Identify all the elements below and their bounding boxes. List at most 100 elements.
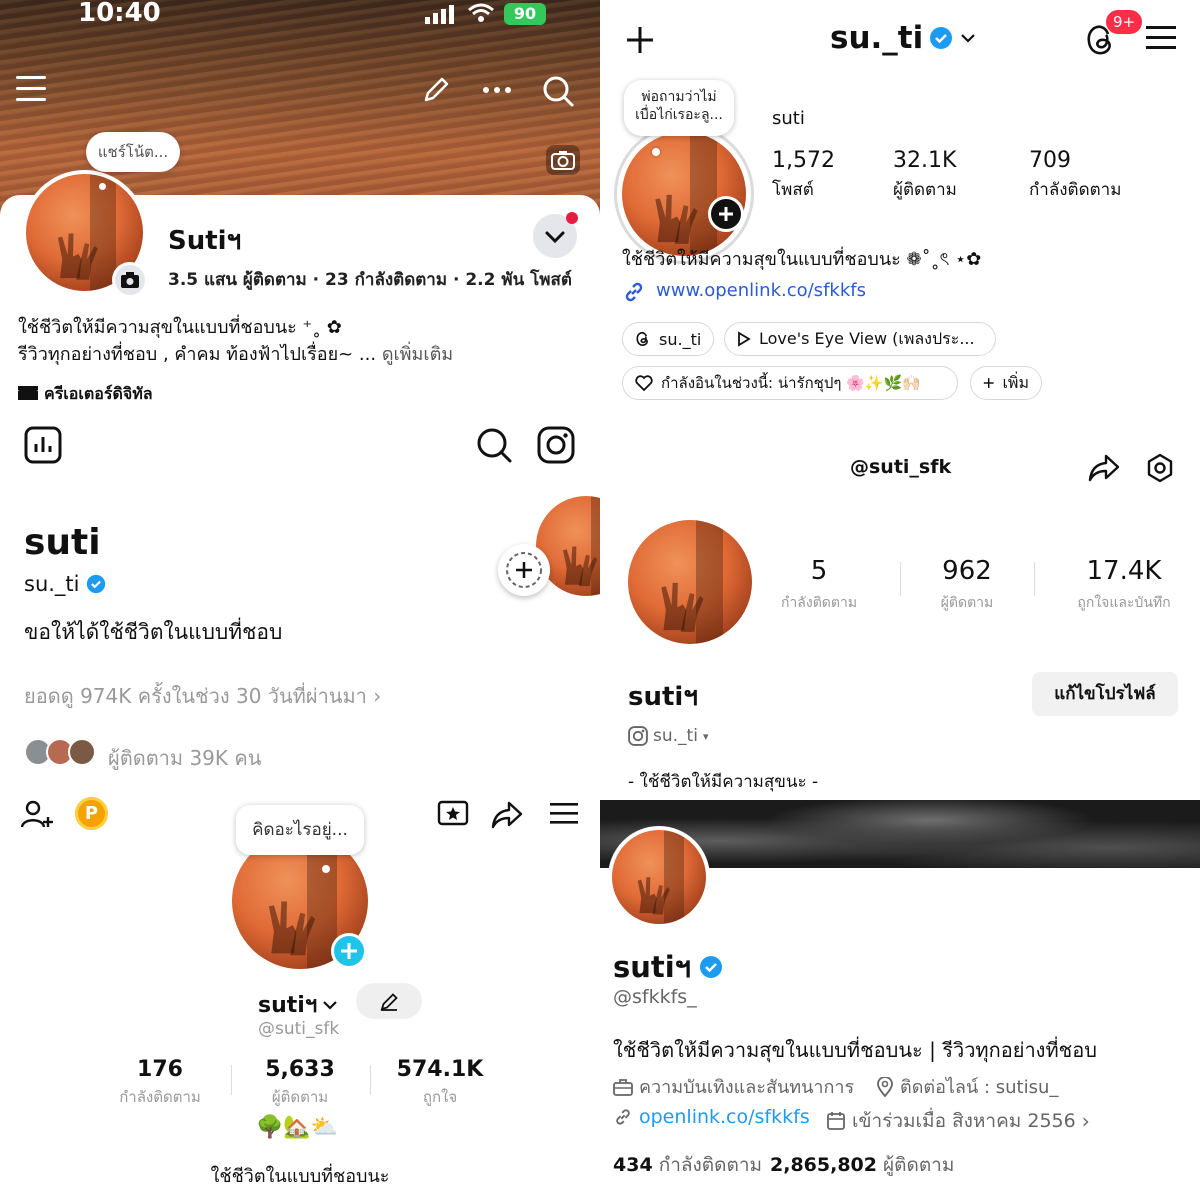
profile-stats[interactable]: 3.5 แสน ผู้ติดตาม · 23 กำลังติดตาม · 2.2… [168, 266, 572, 293]
menu-icon[interactable] [16, 74, 48, 104]
note-bubble[interactable]: คิดอะไรอยู่... [236, 805, 364, 855]
website-link[interactable]: openlink.co/sfkkfs [639, 1106, 810, 1128]
instagram-link[interactable]: su._ti ▾ [628, 726, 708, 746]
create-plus-icon[interactable] [624, 24, 656, 56]
stat-following-label: กำลังติดตาม [119, 1088, 201, 1106]
menu-icon[interactable] [1146, 24, 1176, 52]
followers-count[interactable]: ผู้ติดตาม 39K คน [108, 742, 261, 774]
play-icon [738, 331, 751, 347]
music-chip[interactable]: Love's Eye View (เพลงประ... [724, 322, 996, 356]
profile-name: sutiฯ [628, 682, 698, 712]
following-stat[interactable]: 434 กำลังติดตาม [613, 1150, 762, 1180]
edit-profile-button[interactable]: แก้ไขโปรไฟล์ [1032, 672, 1178, 716]
briefcase-icon [613, 1078, 633, 1096]
handle: @sfkkfs_ [613, 986, 697, 1008]
stat-followers-label: ผู้ติดตาม [893, 180, 957, 200]
profile-avatar[interactable] [622, 132, 746, 256]
follower-avatar [68, 738, 96, 766]
handle-header: @suti_sfk [850, 456, 952, 478]
stat-likes-value[interactable]: 17.4K [1060, 556, 1188, 586]
instagram-icon[interactable] [537, 426, 575, 464]
menu-icon[interactable] [550, 801, 578, 827]
instagram-profile-panel: su._ti 9+ พ่อถามว่าไม่เบื่อไก่เรอะลู... … [600, 0, 1200, 400]
emoji-row: 🌳🏡⛅ [256, 1115, 339, 1140]
add-more-chip[interactable]: เพิ่ม [970, 366, 1042, 400]
tiktok-profile-panel-right: @suti_sfk 5 กำลังติดตาม 962 ผู้ติดตาม 17… [600, 400, 1200, 800]
verified-icon [86, 574, 105, 594]
favorites-icon[interactable] [437, 799, 469, 827]
chevron-down-icon [323, 1000, 337, 1010]
name-row: sutiฯ [613, 944, 723, 990]
search-icon[interactable] [475, 426, 513, 464]
edit-pencil-icon[interactable] [420, 74, 452, 106]
bio-text: ใช้ชีวิตให้มีความสุขในแบบที่ชอบนะ ❁˚˳ৎ ⋆… [622, 249, 982, 270]
coin-icon[interactable]: P [75, 797, 108, 830]
stat-posts-value[interactable]: 1,572 [772, 148, 835, 173]
contact-label: ติดต่อไลน์ : sutisu_ [900, 1077, 1059, 1098]
insights-icon[interactable] [24, 426, 62, 464]
settings-icon[interactable] [1144, 452, 1176, 484]
notification-dot [566, 212, 578, 224]
link-icon [616, 1109, 630, 1125]
account-switcher[interactable]: sutiฯ [258, 987, 339, 1022]
insights-views-link[interactable]: ยอดดู 974K ครั้งในช่วง 30 วันที่ผ่านมา › [24, 680, 381, 712]
following-count: 434 [613, 1154, 653, 1176]
profile-avatar[interactable] [628, 520, 752, 644]
bio-text: ใช้ชีวิตให้มีความสุขในแบบที่ชอบนะ | รีวิ… [613, 1038, 1097, 1062]
category-label: ความบันเทิงและสันทนาการ [639, 1077, 855, 1098]
music-chip-label: Love's Eye View (เพลงประ... [759, 328, 975, 348]
followers-stat[interactable]: 2,865,802 ผู้ติดตาม [770, 1150, 954, 1180]
profile-link[interactable]: www.openlink.co/sfkkfs [656, 280, 866, 301]
joined-row[interactable]: เข้าร่วมเมื่อ สิงหาคม 2556 › [826, 1106, 1090, 1136]
note-bubble[interactable]: แชร์โน้ต... [86, 132, 180, 172]
follower-avatars[interactable] [24, 738, 96, 768]
chevron-right-icon: › [373, 684, 382, 708]
cover-camera-icon[interactable] [546, 145, 580, 175]
profile-name: sutiฯ [613, 950, 691, 984]
see-more-link[interactable]: ดูเพิ่มเติม [382, 344, 453, 365]
more-dots-icon[interactable] [482, 86, 512, 94]
stat-followers-value[interactable]: 962 [918, 556, 1016, 586]
stat-followers-value[interactable]: 5,633 [250, 1057, 350, 1082]
edit-profile-button[interactable] [356, 983, 422, 1019]
username-switcher[interactable]: su._ti [830, 20, 977, 56]
instagram-handle: su._ti [653, 726, 698, 746]
share-icon[interactable] [1088, 452, 1120, 482]
add-note-button[interactable] [498, 544, 550, 596]
threads-profile-panel: suti su._ti ขอให้ได้ใช้ชีวิตในแบบที่ชอบ … [0, 400, 600, 795]
bio-line-1: ใช้ชีวิตให้มีความสุขในแบบที่ชอบนะ ⁺˳ ✿ [18, 317, 342, 338]
tiktok-profile-panel-left: P คิดอะไรอยู่... sutiฯ @suti_sfk 176 กำล… [0, 795, 600, 1200]
stat-following-value[interactable]: 709 [1029, 148, 1071, 173]
add-friend-icon[interactable] [20, 799, 56, 831]
stat-posts-label: โพสต์ [772, 180, 814, 200]
search-icon[interactable] [541, 74, 575, 108]
instagram-icon [628, 726, 648, 746]
profile-name: suti [24, 522, 101, 563]
add-story-icon[interactable] [708, 196, 744, 232]
bio-text: ใช้ชีวิตในแบบที่ชอบนะ [210, 1166, 390, 1187]
threads-chip-label: su._ti [659, 329, 702, 349]
mood-chip-label: กำลังอินในช่วงนี้: น่ารักชุปๆ 🌸✨🌿🙌🏻 [661, 374, 921, 392]
views-text: ยอดดู 974K ครั้งในช่วง 30 วันที่ผ่านมา [24, 684, 367, 708]
share-icon[interactable] [490, 799, 524, 829]
bio-line-2: รีวิวทุกอย่างที่ชอบ , คำคม ท้องฟ้าไปเรื่… [18, 339, 453, 368]
bubble-dot [322, 865, 330, 873]
bio-text: ขอให้ได้ใช้ชีวิตในแบบที่ชอบ [24, 620, 283, 644]
website-row[interactable]: openlink.co/sfkkfs [613, 1106, 810, 1128]
threads-chip[interactable]: su._ti [622, 322, 715, 356]
avatar-camera-icon[interactable] [112, 262, 148, 298]
note-bubble[interactable]: พ่อถามว่าไม่เบื่อไก่เรอะลู... [624, 80, 734, 136]
stat-divider [900, 562, 901, 596]
mood-chip[interactable]: กำลังอินในช่วงนี้: น่ารักชุปๆ 🌸✨🌿🙌🏻 [622, 366, 958, 400]
stat-followers-value[interactable]: 32.1K [893, 148, 956, 173]
chevron-right-icon: › [1081, 1109, 1090, 1133]
profile-name: Sutiฯ [168, 226, 242, 256]
wifi-icon [467, 2, 495, 24]
stat-likes-value[interactable]: 574.1K [390, 1057, 490, 1082]
add-story-icon[interactable] [331, 933, 367, 969]
stat-following-value[interactable]: 5 [770, 556, 868, 586]
stat-following-value[interactable]: 176 [110, 1057, 210, 1082]
signal-icon [425, 4, 457, 24]
profile-avatar[interactable] [608, 826, 710, 928]
calendar-icon [827, 1112, 845, 1130]
